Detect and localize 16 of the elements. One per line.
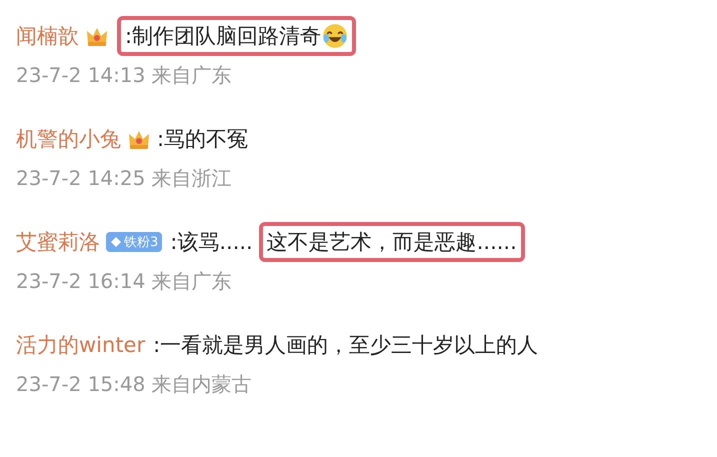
comment-meta: 23-7-2 16:14 来自广东 — [16, 268, 233, 294]
highlighted-comment: :制作团队脑回路清奇 — [117, 16, 356, 56]
comment-meta: 23-7-2 14:13 来自广东 — [16, 62, 233, 88]
comment-meta: 23-7-2 14:25 来自浙江 — [16, 165, 233, 191]
diamond-icon — [110, 236, 122, 248]
laughing-emoji-icon — [322, 23, 348, 49]
highlighted-comment: 这不是艺术，而是恶趣...... — [258, 222, 525, 262]
comment-text: :骂的不冤 — [156, 126, 250, 153]
fan-badge: 铁粉3 — [106, 232, 162, 252]
username-link[interactable]: 活力的winter — [16, 331, 146, 359]
username-link[interactable]: 闻楠歆 — [16, 22, 79, 50]
username-link[interactable]: 艾蜜莉洛 — [16, 228, 100, 256]
comment-meta: 23-7-2 15:48 来自内蒙古 — [16, 371, 253, 397]
username-link[interactable]: 机警的小兔 — [16, 125, 121, 153]
comment-text: :一看就是男人画的，至少三十岁以上的人 — [152, 332, 540, 359]
comment-text: :该骂..... — [169, 229, 254, 256]
